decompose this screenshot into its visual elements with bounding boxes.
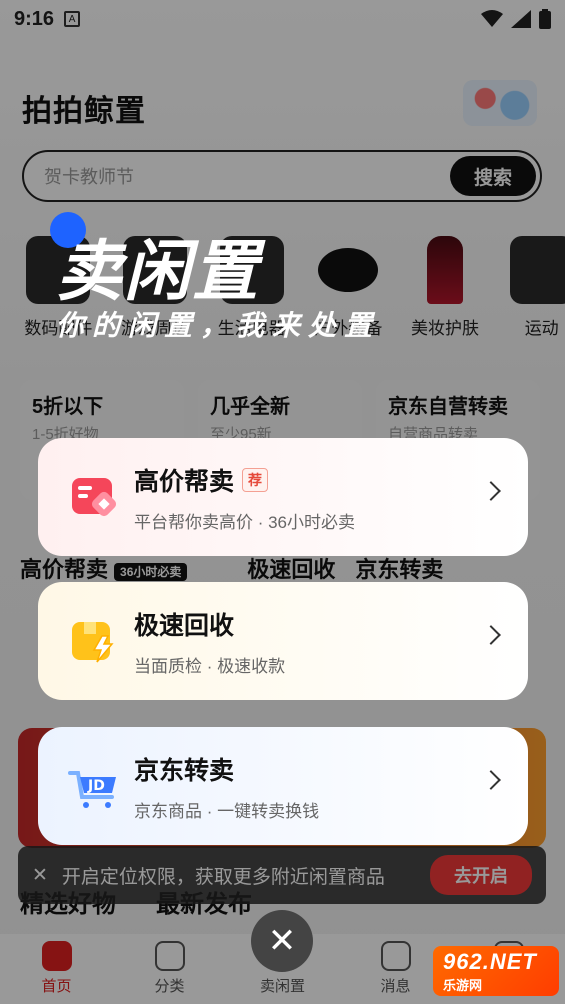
chevron-right-icon [481, 770, 501, 790]
site-watermark: 962.NET 乐游网 [433, 946, 559, 996]
jd-cart-icon: JD [68, 759, 122, 813]
chevron-right-icon [481, 625, 501, 645]
recommend-badge: 荐 [242, 467, 269, 492]
price-tag-icon [68, 470, 122, 524]
lightning-box-icon [68, 614, 122, 668]
overlay-title: 卖闲置 [56, 234, 260, 308]
overlay-subtitle: 你的闲置，我来处置 [56, 310, 381, 341]
sell-overlay[interactable]: 卖闲置 你的闲置，我来处置 高价帮卖荐 平台帮你卖高价 · 36小时必卖 极速回… [0, 0, 565, 1004]
option-quick-recycle[interactable]: 极速回收 当面质检 · 极速收款 [38, 582, 528, 700]
option-high-price-sell[interactable]: 高价帮卖荐 平台帮你卖高价 · 36小时必卖 [38, 438, 528, 556]
watermark-brand: 962.NET [443, 948, 537, 974]
option-title: 京东转卖 [134, 756, 235, 785]
option-title: 高价帮卖 [134, 467, 235, 496]
watermark-tagline: 乐游网 [443, 977, 483, 993]
option-description: 当面质检 · 极速收款 [134, 656, 286, 676]
svg-text:JD: JD [87, 778, 105, 794]
option-description: 京东商品 · 一键转卖换钱 [134, 801, 320, 821]
option-description: 平台帮你卖高价 · 36小时必卖 [134, 512, 356, 532]
chevron-right-icon [481, 481, 501, 501]
option-title: 极速回收 [134, 611, 235, 640]
option-jd-resell[interactable]: JD 京东转卖 京东商品 · 一键转卖换钱 [38, 727, 528, 845]
close-icon[interactable]: ✕ [251, 910, 313, 972]
